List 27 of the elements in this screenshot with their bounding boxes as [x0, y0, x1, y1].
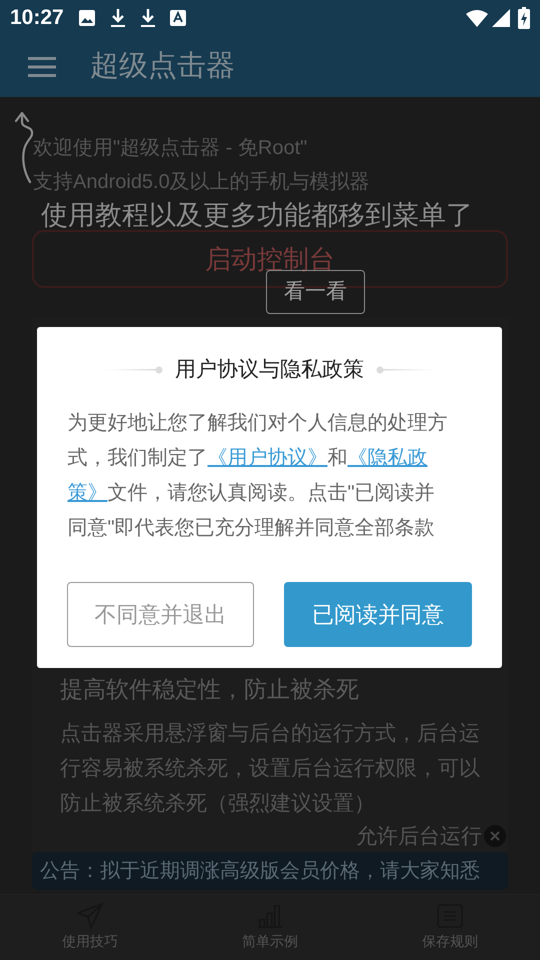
signal-icon	[492, 9, 510, 27]
menu-icon[interactable]	[28, 56, 56, 76]
close-icon[interactable]	[484, 825, 506, 848]
welcome-text: 支持Android5.0及以上的手机与模拟器	[33, 170, 371, 195]
allow-background-link[interactable]: 允许后台运行	[356, 820, 482, 852]
text-box-icon	[170, 10, 186, 26]
notice-bar: 公告：拟于近期调涨高级版会员价格，请大家知悉	[32, 852, 508, 890]
tutorial-hint: 使用教程以及更多功能都移到菜单了	[41, 199, 473, 232]
image-icon	[78, 9, 96, 27]
agree-button[interactable]: 已阅读并同意	[284, 582, 472, 646]
view-button[interactable]: 看一看	[266, 270, 365, 314]
download-icon	[110, 8, 126, 28]
download-icon	[140, 8, 156, 28]
decline-button[interactable]: 不同意并退出	[67, 582, 254, 646]
curved-arrow-icon	[14, 112, 34, 184]
app-title: 超级点击器	[90, 48, 235, 84]
battery-icon	[518, 7, 530, 29]
status-time: 10:27	[10, 5, 64, 32]
policy-link[interactable]: 《用户协议》	[208, 446, 328, 468]
dialog-title: 用户协议与隐私政策	[175, 357, 364, 383]
wifi-icon	[466, 9, 488, 27]
dialog-body: 为更好地让您了解我们对个人信息的处理方 式，我们制定了《用户协议》和《隐私政 策》文件，请您认真阅读。点击"已阅读并 同意"即代表您已充分理解并同意全部条款	[68, 410, 448, 540]
card-title: 提高软件稳定性，防止被杀死	[60, 674, 360, 704]
card-body: 点击器采用悬浮窗与后台的运行方式，后台运行容易被系统杀死，设置后台运行权限，可以防止被系统杀死（强烈建议设置）	[60, 720, 480, 816]
policy-link[interactable]: 《隐私政	[348, 446, 428, 468]
policy-link[interactable]: 策》	[68, 482, 108, 504]
welcome-text: 欢迎使用"超级点击器 - 免Root"	[33, 136, 308, 161]
